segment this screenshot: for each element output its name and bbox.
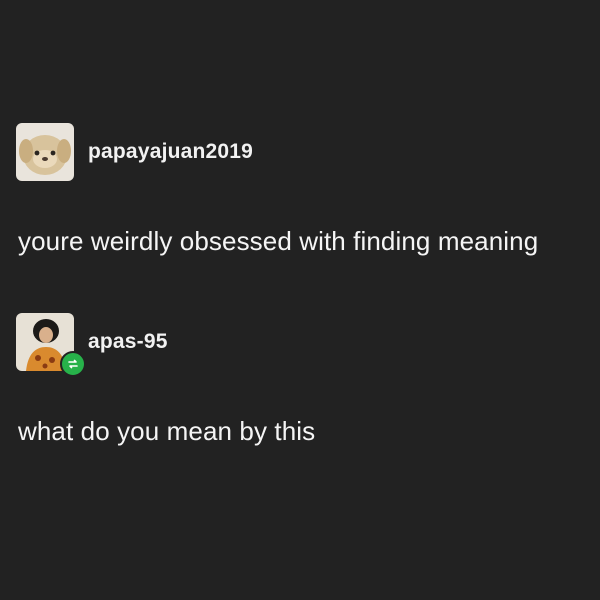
plush-dog-avatar-icon bbox=[16, 123, 74, 181]
post-header: apas-95 bbox=[0, 312, 600, 377]
avatar[interactable] bbox=[16, 313, 86, 377]
post-text: what do you mean by this bbox=[18, 416, 316, 446]
username[interactable]: apas-95 bbox=[88, 330, 168, 354]
reblog-icon bbox=[60, 351, 86, 377]
avatar[interactable] bbox=[16, 123, 74, 181]
post-header: papayajuan2019 bbox=[0, 122, 600, 182]
post-apas-95: apas-95 what do you mean by this bbox=[0, 312, 600, 447]
username[interactable]: papayajuan2019 bbox=[88, 140, 253, 164]
post-papayajuan2019: papayajuan2019 youre weirdly obsessed wi… bbox=[0, 122, 600, 257]
post-text: youre weirdly obsessed with finding mean… bbox=[18, 226, 539, 256]
